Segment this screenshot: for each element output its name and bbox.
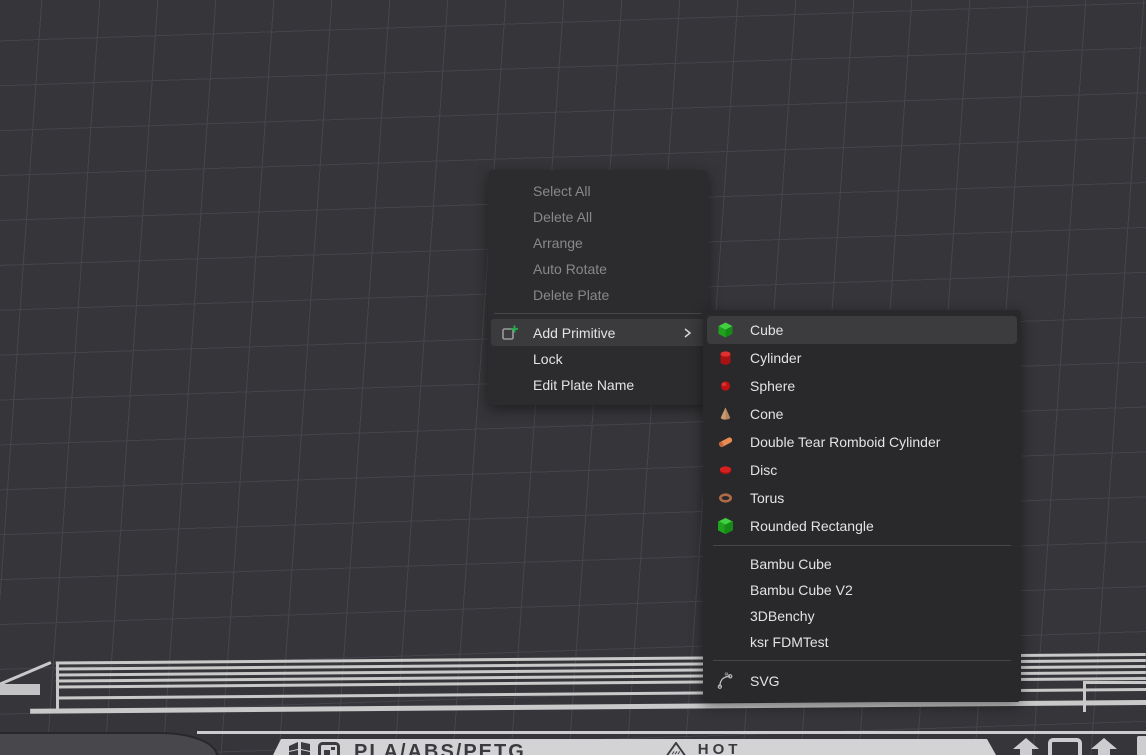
submenu-separator	[713, 660, 1011, 661]
plate-corner-bracket	[1083, 681, 1146, 684]
submenu-item-3dbenchy[interactable]: 3DBenchy	[703, 603, 1021, 629]
submenu-item-cylinder[interactable]: Cylinder	[703, 344, 1021, 372]
plate-hot-text: HOT	[698, 742, 742, 755]
plate-label-bar: PLA/ABS/PETG HOT	[273, 739, 996, 755]
cube-icon	[717, 322, 734, 339]
submenu-item-svg[interactable]: SVG	[703, 666, 1021, 696]
submenu-item-bambu-cube[interactable]: Bambu Cube	[703, 551, 1021, 577]
3d-viewport[interactable]: PLA/ABS/PETG HOT Select All Delet	[0, 0, 1146, 755]
plate-corner-bracket	[1083, 681, 1086, 712]
submenu-separator	[713, 545, 1011, 546]
menu-item-delete-plate: Delete Plate	[488, 282, 708, 308]
bezier-curve-icon	[717, 673, 734, 690]
menu-item-lock[interactable]: Lock	[488, 346, 708, 372]
menu-item-auto-rotate: Auto Rotate	[488, 256, 708, 282]
submenu-item-ksr-fdmtest[interactable]: ksr FDMTest	[703, 629, 1021, 655]
menu-item-edit-plate-name[interactable]: Edit Plate Name	[488, 372, 708, 398]
disc-icon	[717, 462, 734, 479]
submenu-item-sphere[interactable]: Sphere	[703, 372, 1021, 400]
submenu-item-cone[interactable]: Cone	[703, 400, 1021, 428]
submenu-item-cube[interactable]: Cube	[707, 316, 1017, 344]
sphere-icon	[717, 378, 734, 395]
menu-separator	[494, 313, 702, 314]
plate-material-text: PLA/ABS/PETG	[354, 742, 526, 755]
torus-icon	[717, 490, 734, 507]
menu-item-arrange: Arrange	[488, 230, 708, 256]
submenu-item-double-tear-romboid-cylinder[interactable]: Double Tear Romboid Cylinder	[703, 428, 1021, 456]
plate-corner-tab	[0, 732, 218, 755]
rounded-rectangle-icon	[717, 518, 734, 535]
menu-item-select-all: Select All	[488, 178, 708, 204]
plate-marking-icons	[1012, 738, 1146, 755]
submenu-item-torus[interactable]: Torus	[703, 484, 1021, 512]
cone-icon	[717, 406, 734, 423]
context-menu: Select All Delete All Arrange Auto Rotat…	[488, 170, 708, 405]
plate-edge-stub	[1137, 736, 1146, 755]
plate-edge-tick	[56, 662, 59, 712]
submenu-item-bambu-cube-v2[interactable]: Bambu Cube V2	[703, 577, 1021, 603]
square-outline-icon	[1048, 738, 1082, 755]
menu-item-add-primitive[interactable]: Add Primitive	[491, 319, 705, 346]
cylinder-icon	[717, 350, 734, 367]
add-primitive-submenu: Cube Cylinder Sphere Cone	[703, 310, 1021, 702]
add-primitive-icon	[501, 324, 519, 342]
hot-warning-icon	[664, 742, 688, 755]
arrow-up-icon	[1090, 738, 1118, 755]
arrow-up-icon	[1012, 738, 1040, 755]
double-tear-romboid-cylinder-icon	[717, 434, 734, 451]
submenu-item-disc[interactable]: Disc	[703, 456, 1021, 484]
chevron-right-icon	[681, 327, 693, 339]
plate-edge-segment	[0, 684, 40, 695]
submenu-item-rounded-rectangle[interactable]: Rounded Rectangle	[703, 512, 1021, 540]
plate-edge-line	[197, 731, 1146, 734]
bambu-logo-icon	[289, 742, 311, 755]
menu-item-delete-all: Delete All	[488, 204, 708, 230]
plate-badge-icon	[318, 742, 340, 755]
